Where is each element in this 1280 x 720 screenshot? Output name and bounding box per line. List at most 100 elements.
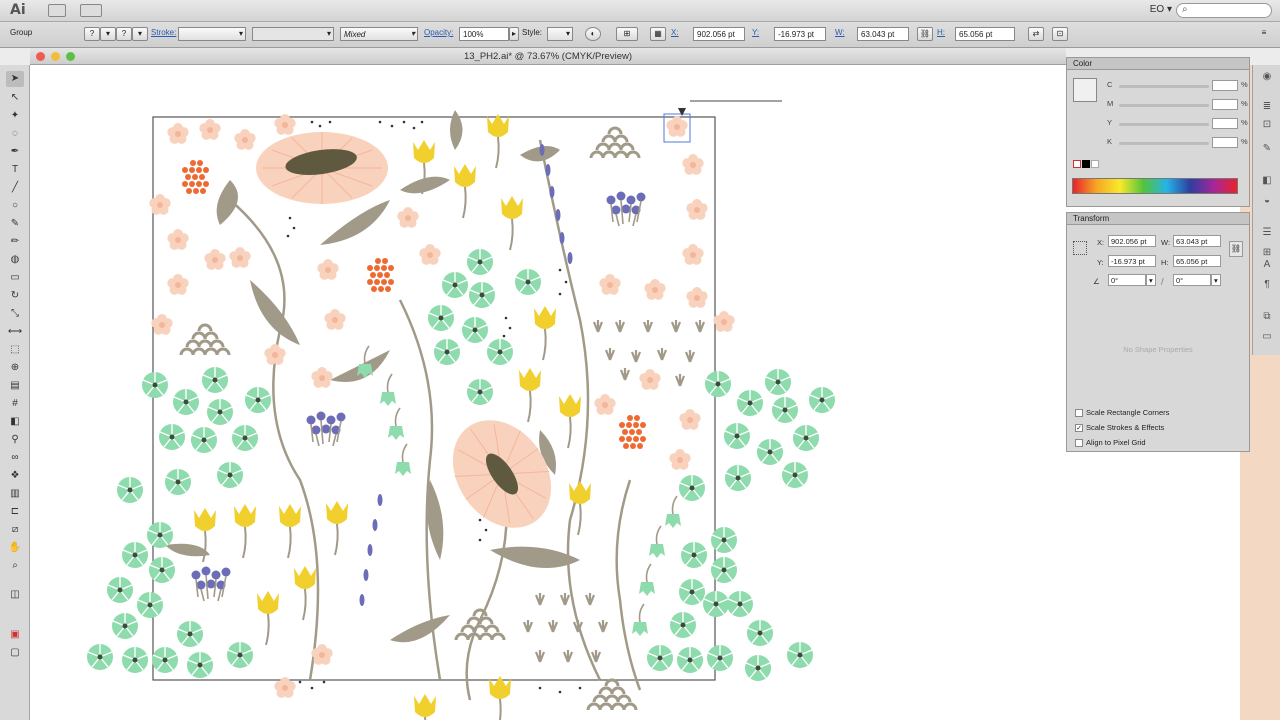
type-tool-icon[interactable]: T bbox=[6, 162, 24, 178]
stroke-swatch-button[interactable]: ? bbox=[116, 27, 132, 41]
align-pixel-grid-checkbox[interactable] bbox=[1075, 439, 1083, 448]
pen-tool-icon[interactable]: ✒ bbox=[6, 144, 24, 160]
ellipse-tool-icon[interactable]: ○ bbox=[6, 198, 24, 214]
opacity-arrow-button[interactable]: ▸ bbox=[509, 27, 519, 41]
character-panel-icon[interactable]: A bbox=[1260, 259, 1274, 271]
magenta-slider-row[interactable]: M % bbox=[1067, 99, 1249, 111]
lasso-tool-icon[interactable]: ◌ bbox=[6, 126, 24, 142]
shape-builder-tool-icon[interactable]: ⊕ bbox=[6, 360, 24, 376]
height-field[interactable]: 65.056 pt bbox=[955, 27, 1015, 41]
mesh-tool-icon[interactable]: # bbox=[6, 396, 24, 412]
constrain-width-height-icon[interactable]: ⛓ bbox=[1229, 241, 1243, 257]
gradient-tool-icon[interactable]: ◧ bbox=[6, 414, 24, 430]
pencil-tool-icon[interactable]: ✏ bbox=[6, 234, 24, 250]
width-tool-icon[interactable]: ⟷ bbox=[6, 324, 24, 340]
cyan-value-field[interactable] bbox=[1212, 80, 1238, 91]
artboard-tool-icon[interactable]: ⊏ bbox=[6, 504, 24, 520]
reference-point-icon[interactable]: ▦ bbox=[650, 27, 666, 41]
scale-rectangle-corners-option[interactable]: Scale Rectangle Corners bbox=[1075, 408, 1169, 418]
hand-tool-icon[interactable]: ✋ bbox=[6, 540, 24, 556]
paintbrush-tool-icon[interactable]: ✎ bbox=[6, 216, 24, 232]
width-field[interactable]: 63.043 pt bbox=[857, 27, 909, 41]
stroke-panel-icon[interactable]: ▭ bbox=[1260, 331, 1274, 343]
black-value-field[interactable] bbox=[1212, 137, 1238, 148]
cyan-slider-row[interactable]: C % bbox=[1067, 80, 1249, 92]
align-options-icon[interactable]: ⊞ bbox=[616, 27, 638, 41]
shear-angle-field[interactable]: 0° bbox=[1173, 274, 1211, 286]
selection-tool-icon[interactable]: ➤ bbox=[6, 71, 24, 87]
scale-tool-icon[interactable]: ⤡ bbox=[6, 306, 24, 322]
x-position-field[interactable]: 902.056 pt bbox=[693, 27, 745, 41]
fill-swatch-button[interactable]: ? bbox=[84, 27, 100, 41]
gradient-panel-icon[interactable]: ◧ bbox=[1260, 175, 1274, 187]
pathfinder-panel-icon[interactable]: ⧉ bbox=[1260, 311, 1274, 323]
slice-tool-icon[interactable]: ⧄ bbox=[6, 522, 24, 538]
yellow-value-field[interactable] bbox=[1212, 118, 1238, 129]
align-pixel-grid-option[interactable]: Align to Pixel Grid bbox=[1075, 438, 1146, 448]
recolor-artwork-icon[interactable]: ◐ bbox=[585, 27, 601, 41]
direct-selection-tool-icon[interactable]: ↖ bbox=[6, 90, 24, 106]
transform-icon[interactable]: ⇄ bbox=[1028, 27, 1044, 41]
blend-tool-icon[interactable]: ∞ bbox=[6, 450, 24, 466]
workspace-switcher[interactable]: EO ▾ bbox=[1150, 4, 1172, 15]
transform-x-field[interactable]: 902.056 pt bbox=[1108, 235, 1156, 247]
black-swatch[interactable] bbox=[1082, 160, 1090, 168]
zoom-tool-icon[interactable]: ⌕ bbox=[6, 558, 24, 574]
screen-mode-icon[interactable]: ▢ bbox=[6, 645, 24, 661]
artboards-panel-icon[interactable]: ⊞ bbox=[1260, 247, 1274, 259]
h-link[interactable]: H: bbox=[937, 28, 945, 37]
arrange-documents-icon[interactable] bbox=[80, 4, 102, 17]
eyedropper-tool-icon[interactable]: ⚲ bbox=[6, 432, 24, 448]
yellow-slider-row[interactable]: Y % bbox=[1067, 118, 1249, 130]
blob-brush-tool-icon[interactable]: ◍ bbox=[6, 252, 24, 268]
line-tool-icon[interactable]: ╱ bbox=[6, 180, 24, 196]
transform-w-field[interactable]: 63.043 pt bbox=[1173, 235, 1221, 247]
appearance-panel-icon[interactable]: ◉ bbox=[1260, 71, 1274, 83]
shear-angle-dropdown[interactable]: ▾ bbox=[1211, 274, 1221, 286]
yellow-slider[interactable] bbox=[1119, 123, 1209, 126]
graphic-style-dropdown[interactable] bbox=[547, 27, 573, 41]
help-search-input[interactable]: ⌕ bbox=[1176, 3, 1272, 18]
white-swatch[interactable] bbox=[1091, 160, 1099, 168]
transform-panel-tab[interactable]: Transform bbox=[1067, 213, 1249, 225]
bridge-icon[interactable] bbox=[48, 4, 66, 17]
rotate-angle-field[interactable]: 0° bbox=[1108, 274, 1146, 286]
y-link[interactable]: Y: bbox=[752, 28, 759, 37]
opacity-field[interactable]: 100% bbox=[459, 27, 509, 41]
stroke-weight-dropdown[interactable] bbox=[178, 27, 246, 41]
none-swatch[interactable] bbox=[1073, 160, 1081, 168]
brush-dropdown[interactable]: Mixed bbox=[340, 27, 418, 41]
w-link[interactable]: W: bbox=[835, 28, 845, 37]
opacity-link[interactable]: Opacity: bbox=[424, 28, 453, 37]
align-panel-icon[interactable]: ≣ bbox=[1260, 101, 1274, 113]
transform-h-field[interactable]: 65.056 pt bbox=[1173, 255, 1221, 267]
column-graph-tool-icon[interactable]: ▥ bbox=[6, 486, 24, 502]
y-position-field[interactable]: -16.973 pt bbox=[774, 27, 826, 41]
variable-width-dropdown[interactable] bbox=[252, 27, 334, 41]
rotate-angle-dropdown[interactable]: ▾ bbox=[1146, 274, 1156, 286]
color-panel-tab[interactable]: Color bbox=[1067, 58, 1249, 70]
paragraph-panel-icon[interactable]: ¶ bbox=[1260, 279, 1274, 291]
x-link[interactable]: X: bbox=[671, 28, 679, 37]
transform-y-field[interactable]: -16.973 pt bbox=[1108, 255, 1156, 267]
eraser-tool-icon[interactable]: ▭ bbox=[6, 270, 24, 286]
rotate-tool-icon[interactable]: ↻ bbox=[6, 288, 24, 304]
layers-panel-icon[interactable]: ☰ bbox=[1260, 227, 1274, 239]
perspective-grid-tool-icon[interactable]: ▤ bbox=[6, 378, 24, 394]
fill-menu-button[interactable]: ▾ bbox=[100, 27, 116, 41]
color-spectrum-bar[interactable] bbox=[1072, 178, 1238, 194]
panel-menu-icon[interactable]: ≡ bbox=[1256, 27, 1272, 41]
magenta-slider[interactable] bbox=[1119, 104, 1209, 107]
stroke-menu-button[interactable]: ▾ bbox=[132, 27, 148, 41]
transform-panel-icon[interactable]: ⊡ bbox=[1260, 119, 1274, 131]
color-mode-icon[interactable]: ▣ bbox=[6, 627, 24, 643]
fill-stroke-swatches-icon[interactable]: ◫ bbox=[6, 587, 24, 613]
constrain-proportions-icon[interactable]: ⛓ bbox=[917, 27, 933, 41]
cyan-slider[interactable] bbox=[1119, 85, 1209, 88]
stroke-link[interactable]: Stroke: bbox=[151, 28, 176, 37]
artboard-canvas[interactable] bbox=[30, 65, 1240, 720]
reference-point-locator-icon[interactable] bbox=[1073, 241, 1087, 255]
black-slider-row[interactable]: K % bbox=[1067, 137, 1249, 149]
isolate-group-icon[interactable]: ⊡ bbox=[1052, 27, 1068, 41]
scale-strokes-effects-checkbox[interactable]: ✓ bbox=[1075, 424, 1083, 433]
